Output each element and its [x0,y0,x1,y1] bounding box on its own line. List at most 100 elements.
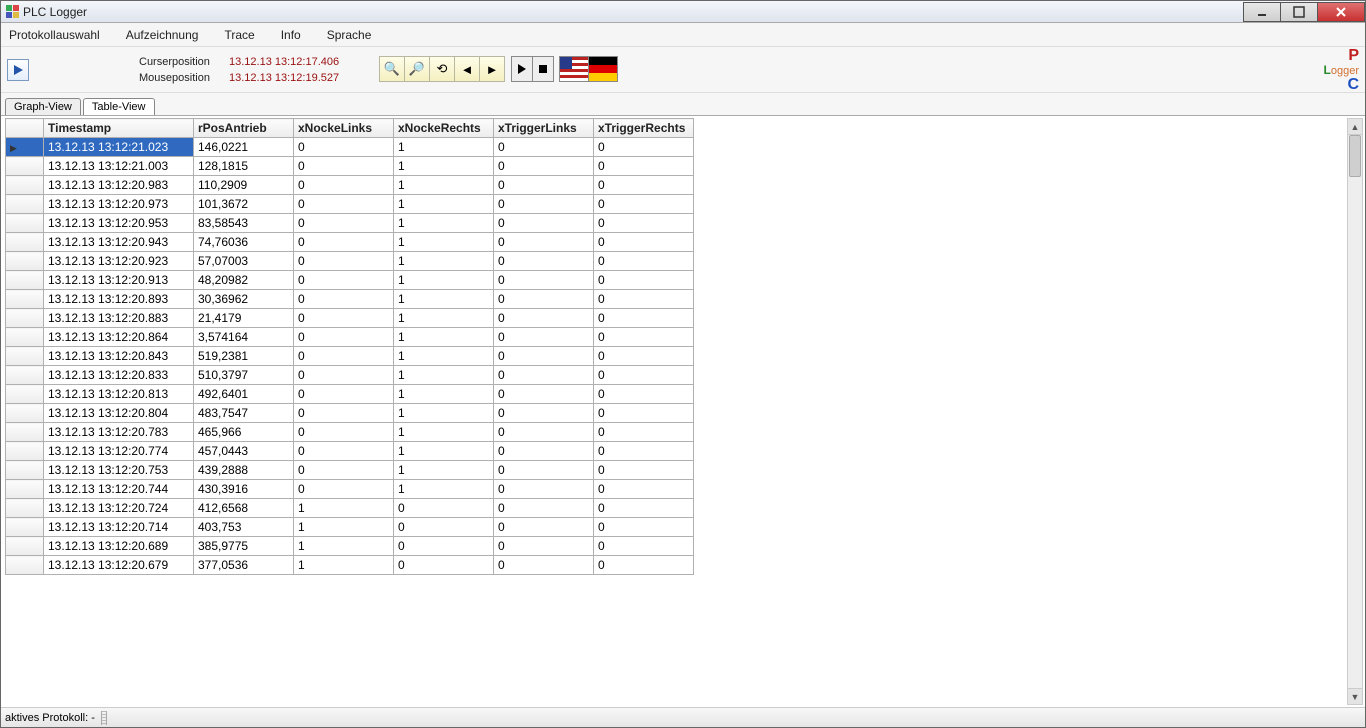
flag-us-button[interactable] [559,56,589,82]
play-button[interactable] [7,59,29,81]
table-row[interactable]: 13.12.13 13:12:21.023146,02210100 [6,138,694,157]
table-row[interactable]: 13.12.13 13:12:20.95383,585430100 [6,214,694,233]
table-cell[interactable]: 57,07003 [194,252,294,271]
table-cell[interactable]: 13.12.13 13:12:20.774 [44,442,194,461]
table-cell[interactable]: 0 [594,480,694,499]
table-cell[interactable]: 13.12.13 13:12:20.843 [44,347,194,366]
table-cell[interactable]: 0 [294,157,394,176]
table-cell[interactable]: 0 [494,518,594,537]
table-cell[interactable]: 0 [594,214,694,233]
table-cell[interactable]: 0 [494,157,594,176]
table-cell[interactable]: 0 [494,233,594,252]
minimize-button[interactable] [1243,2,1281,22]
table-cell[interactable]: 0 [594,271,694,290]
menu-aufzeichnung[interactable]: Aufzeichnung [122,26,203,44]
table-cell[interactable]: 0 [494,537,594,556]
table-cell[interactable]: 0 [494,347,594,366]
table-cell[interactable]: 0 [294,423,394,442]
table-cell[interactable]: 0 [494,138,594,157]
column-header[interactable]: xTriggerRechts [594,119,694,138]
table-cell[interactable]: 13.12.13 13:12:20.689 [44,537,194,556]
table-cell[interactable]: 0 [594,252,694,271]
table-cell[interactable]: 0 [594,347,694,366]
table-cell[interactable]: 0 [294,385,394,404]
menu-protokollauswahl[interactable]: Protokollauswahl [5,26,104,44]
table-row[interactable]: 13.12.13 13:12:20.804483,75470100 [6,404,694,423]
table-cell[interactable]: 483,7547 [194,404,294,423]
table-cell[interactable]: 0 [294,214,394,233]
table-cell[interactable]: 110,2909 [194,176,294,195]
table-cell[interactable]: 385,9775 [194,537,294,556]
row-header[interactable] [6,385,44,404]
table-row[interactable]: 13.12.13 13:12:20.783465,9660100 [6,423,694,442]
table-cell[interactable]: 0 [494,214,594,233]
table-cell[interactable]: 13.12.13 13:12:20.973 [44,195,194,214]
table-cell[interactable]: 0 [294,442,394,461]
zoom-out-button[interactable]: 🔎 [404,56,430,82]
table-cell[interactable]: 1 [394,480,494,499]
data-grid[interactable]: TimestamprPosAntriebxNockeLinksxNockeRec… [5,118,694,575]
row-header[interactable] [6,537,44,556]
table-cell[interactable]: 0 [494,499,594,518]
table-cell[interactable]: 0 [594,138,694,157]
table-cell[interactable]: 1 [394,423,494,442]
table-cell[interactable]: 146,0221 [194,138,294,157]
table-cell[interactable]: 1 [394,138,494,157]
table-cell[interactable]: 457,0443 [194,442,294,461]
table-cell[interactable]: 0 [294,290,394,309]
column-header[interactable]: rPosAntrieb [194,119,294,138]
table-cell[interactable]: 0 [594,404,694,423]
row-header[interactable] [6,157,44,176]
row-header[interactable] [6,442,44,461]
row-header[interactable] [6,423,44,442]
table-cell[interactable]: 1 [394,157,494,176]
table-cell[interactable]: 13.12.13 13:12:20.813 [44,385,194,404]
table-cell[interactable]: 0 [494,195,594,214]
table-cell[interactable]: 0 [294,461,394,480]
table-row[interactable]: 13.12.13 13:12:20.843519,23810100 [6,347,694,366]
table-cell[interactable]: 13.12.13 13:12:20.883 [44,309,194,328]
row-header[interactable] [6,328,44,347]
table-cell[interactable]: 0 [594,290,694,309]
table-cell[interactable]: 13.12.13 13:12:20.724 [44,499,194,518]
row-header[interactable] [6,518,44,537]
table-cell[interactable]: 1 [394,347,494,366]
table-cell[interactable]: 492,6401 [194,385,294,404]
table-cell[interactable]: 0 [394,556,494,575]
table-cell[interactable]: 13.12.13 13:12:20.833 [44,366,194,385]
table-row[interactable]: 13.12.13 13:12:21.003128,18150100 [6,157,694,176]
table-cell[interactable]: 3,574164 [194,328,294,347]
nav-left-button[interactable]: ◄ [454,56,480,82]
close-button[interactable] [1317,2,1365,22]
row-header[interactable] [6,347,44,366]
table-cell[interactable]: 0 [394,518,494,537]
table-cell[interactable]: 13.12.13 13:12:21.003 [44,157,194,176]
table-cell[interactable]: 0 [494,480,594,499]
table-cell[interactable]: 1 [294,537,394,556]
table-cell[interactable]: 0 [494,404,594,423]
table-cell[interactable]: 30,36962 [194,290,294,309]
table-cell[interactable]: 0 [594,518,694,537]
table-row[interactable]: 13.12.13 13:12:20.92357,070030100 [6,252,694,271]
table-cell[interactable]: 0 [494,328,594,347]
table-cell[interactable]: 0 [594,309,694,328]
table-cell[interactable]: 13.12.13 13:12:20.893 [44,290,194,309]
table-cell[interactable]: 0 [494,290,594,309]
row-header[interactable] [6,252,44,271]
vertical-scrollbar[interactable]: ▲ ▼ [1347,118,1363,705]
table-cell[interactable]: 0 [594,176,694,195]
column-header[interactable]: Timestamp [44,119,194,138]
table-cell[interactable]: 1 [294,556,394,575]
row-header[interactable] [6,480,44,499]
table-cell[interactable]: 13.12.13 13:12:20.983 [44,176,194,195]
table-cell[interactable]: 0 [294,328,394,347]
table-cell[interactable]: 519,2381 [194,347,294,366]
table-cell[interactable]: 13.12.13 13:12:20.923 [44,252,194,271]
table-row[interactable]: 13.12.13 13:12:20.88321,41790100 [6,309,694,328]
table-cell[interactable]: 0 [594,442,694,461]
table-cell[interactable]: 1 [394,309,494,328]
table-cell[interactable]: 465,966 [194,423,294,442]
table-cell[interactable]: 1 [394,195,494,214]
table-cell[interactable]: 430,3916 [194,480,294,499]
table-cell[interactable]: 1 [394,442,494,461]
